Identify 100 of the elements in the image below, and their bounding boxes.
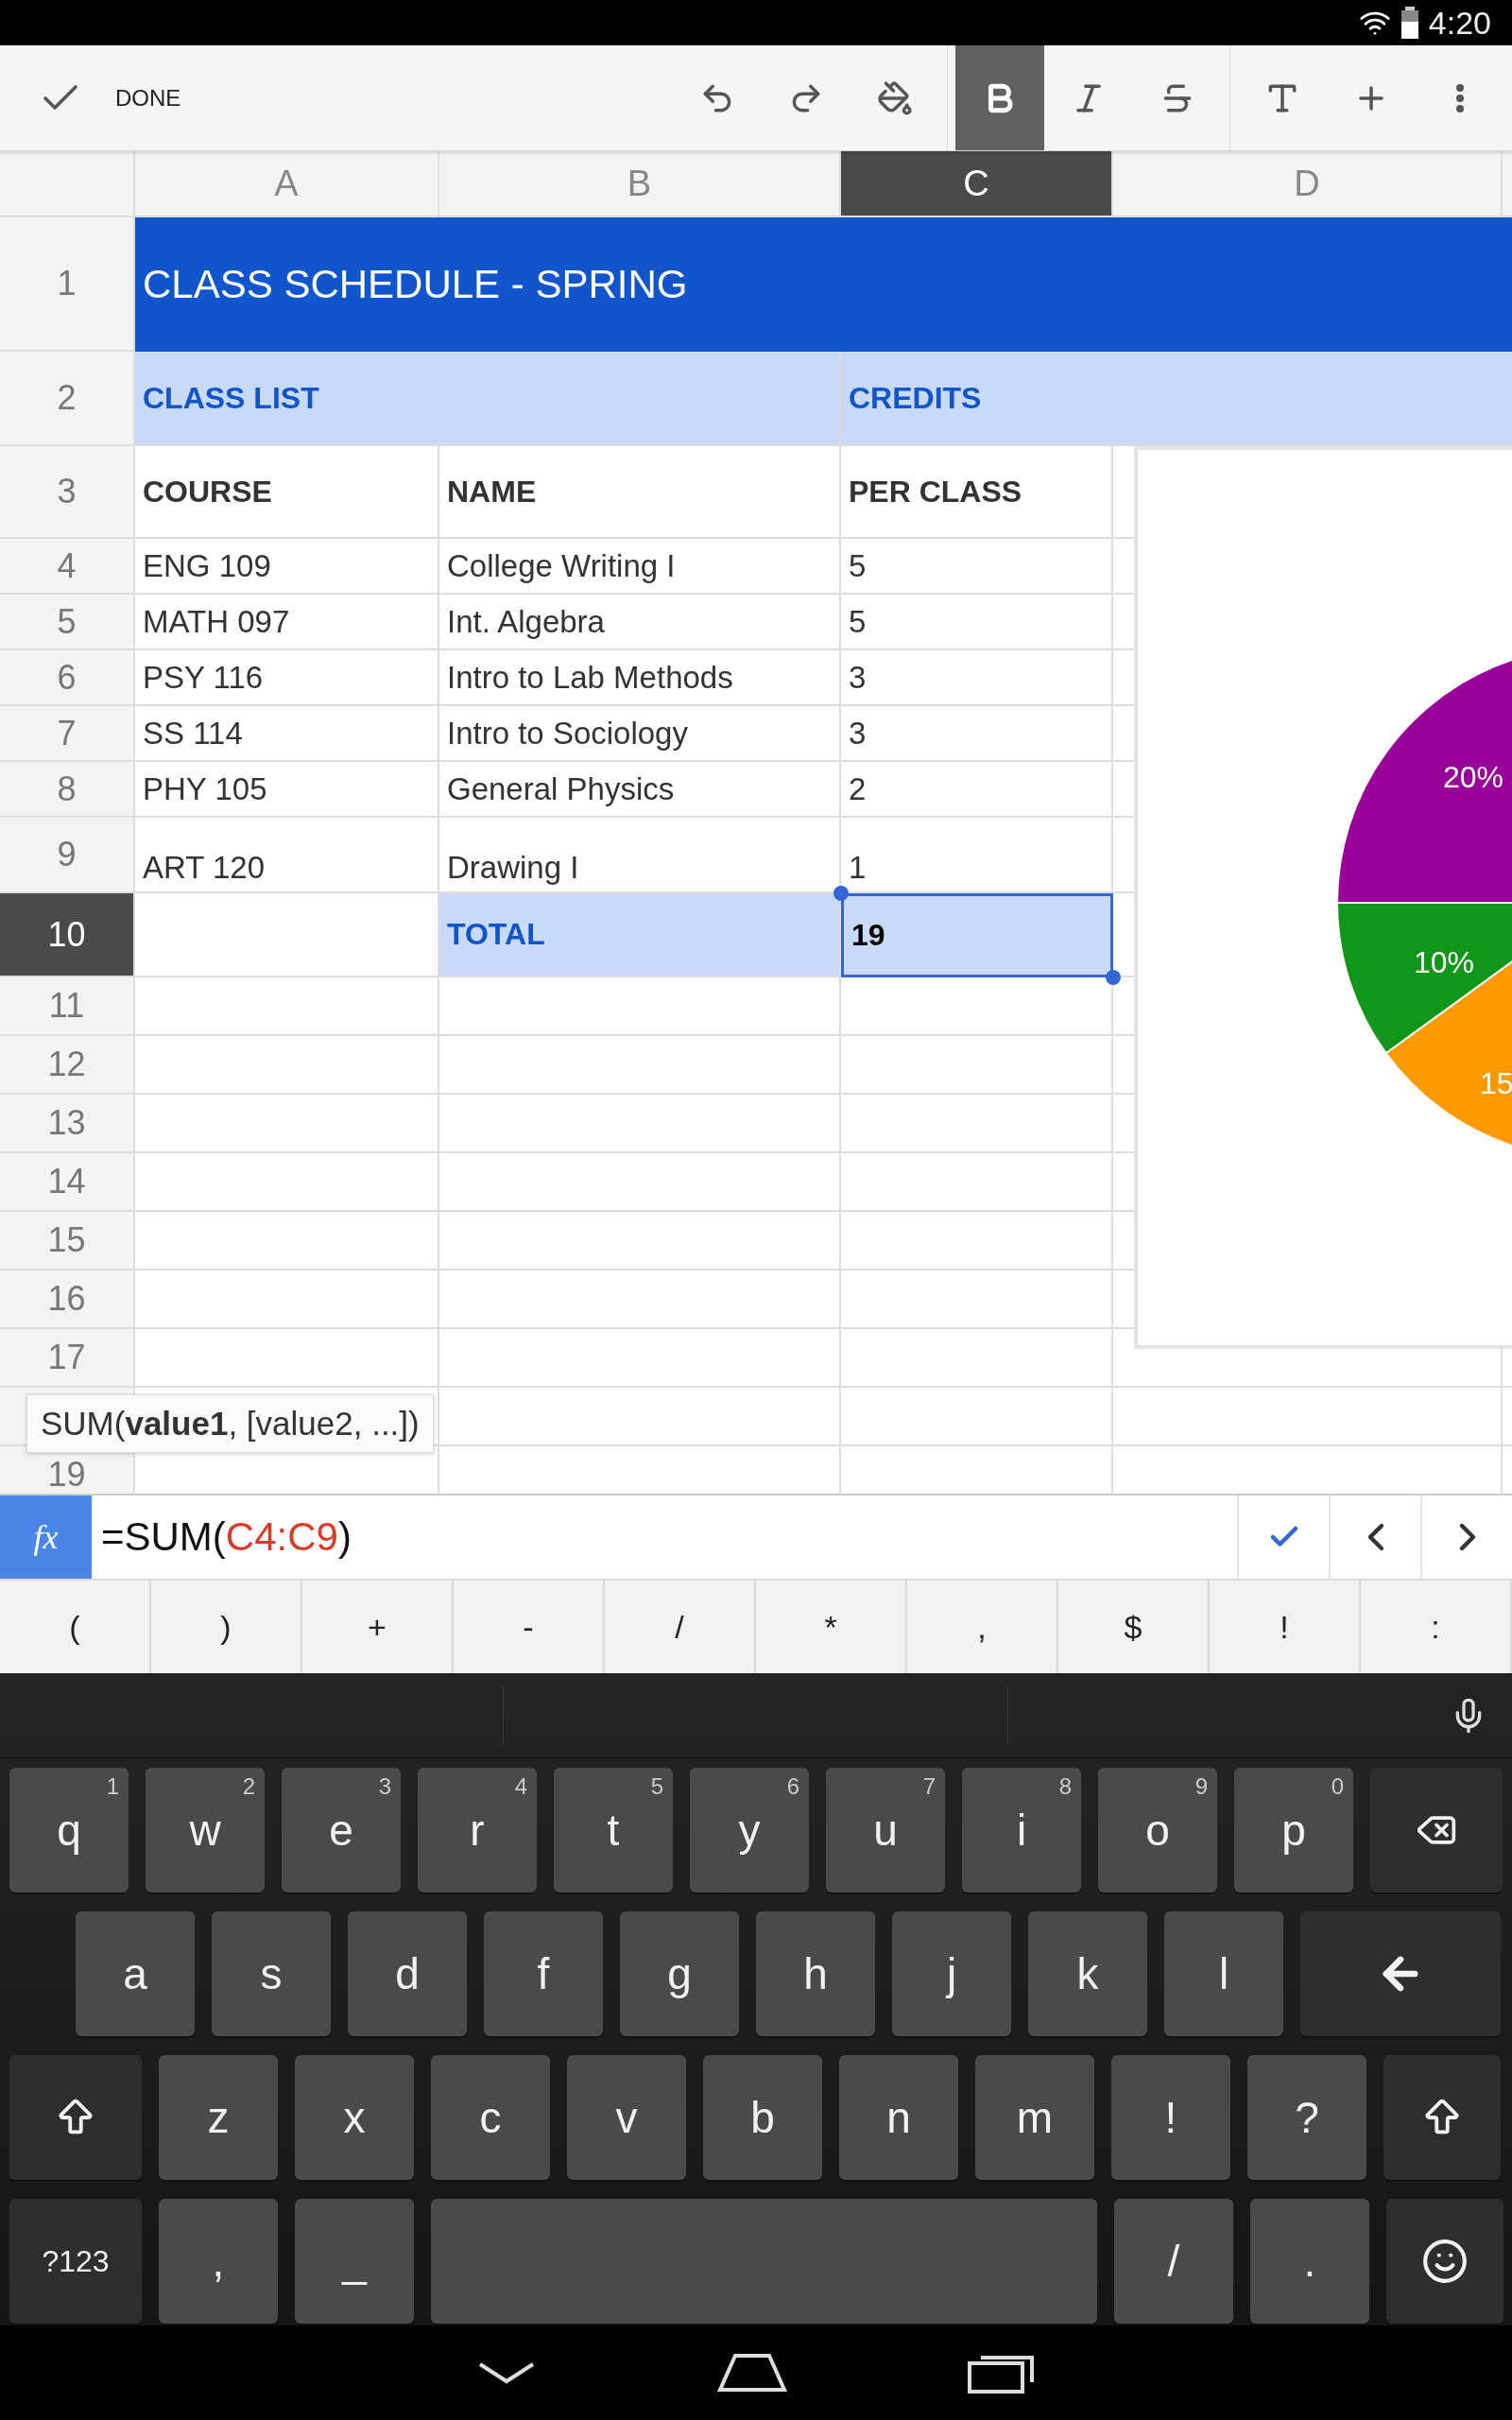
slice-label: 15: [1480, 1066, 1512, 1100]
keyboard-key[interactable]: i 8: [962, 1768, 1081, 1893]
table-cell: 2: [841, 762, 1113, 818]
key-hint: 6: [786, 1773, 799, 1800]
key-hint: 0: [1331, 1773, 1344, 1800]
key-hint: 8: [1058, 1773, 1072, 1800]
keyboard-key[interactable]: h: [756, 1911, 875, 2036]
keyboard-key[interactable]: k: [1028, 1911, 1147, 2036]
row-number[interactable]: 16: [0, 1270, 135, 1329]
keyboard-key[interactable]: b: [703, 2055, 822, 2180]
table-cell: Drawing I: [439, 818, 841, 893]
keyboard-key[interactable]: /: [1114, 2199, 1233, 2324]
slice-label: 10%: [1414, 945, 1475, 979]
done-button[interactable]: DONE: [0, 45, 219, 150]
keyboard-key[interactable]: !: [1111, 2055, 1230, 2180]
row-number[interactable]: 17: [0, 1329, 135, 1388]
table-cell: PER CLASS: [841, 446, 1113, 539]
table-cell: College Writing I: [439, 539, 841, 595]
key-hint: 9: [1194, 1773, 1208, 1800]
keyboard-key[interactable]: ?: [1247, 2055, 1366, 2180]
keyboard-key[interactable]: n: [839, 2055, 958, 2180]
keyboard-key[interactable]: o 9: [1098, 1768, 1217, 1893]
emoji-key[interactable]: [1386, 2199, 1503, 2324]
symbols-key[interactable]: ?123: [9, 2199, 142, 2324]
keyboard-key[interactable]: j: [892, 1911, 1011, 2036]
keyboard-key[interactable]: u 7: [826, 1768, 945, 1893]
row-number[interactable]: 8: [0, 762, 135, 818]
keyboard-key[interactable]: c: [431, 2055, 550, 2180]
row-number[interactable]: 5: [0, 595, 135, 650]
keyboard-key[interactable]: .: [1250, 2199, 1369, 2324]
row-number[interactable]: 9: [0, 818, 135, 893]
keyboard-key[interactable]: t 5: [554, 1768, 673, 1893]
column-header[interactable]: C: [841, 151, 1113, 217]
row-number[interactable]: 11: [0, 977, 135, 1036]
key-hint: 1: [106, 1773, 119, 1800]
table-cell: PSY 116: [135, 650, 439, 706]
keyboard-key[interactable]: f: [484, 1911, 603, 2036]
keyboard-key[interactable]: ,: [159, 2199, 278, 2324]
slice-label: 20%: [1443, 760, 1504, 794]
backspace-key[interactable]: [1370, 1768, 1503, 1893]
table-cell: PHY 105: [135, 762, 439, 818]
keyboard-key[interactable]: r 4: [418, 1768, 537, 1893]
key-hint: 7: [922, 1773, 936, 1800]
paint-bucket-icon: [877, 79, 913, 116]
table-cell: NAME: [439, 446, 841, 539]
shift-key[interactable]: [9, 2055, 142, 2180]
keyboard-key[interactable]: z: [159, 2055, 278, 2180]
smiley-icon: [1421, 2238, 1469, 2285]
key-hint: 4: [514, 1773, 527, 1800]
shift-key[interactable]: [1383, 2055, 1501, 2180]
home-icon[interactable]: [716, 2352, 788, 2394]
key-hint: 3: [378, 1773, 391, 1800]
table-cell: SS 114: [135, 706, 439, 762]
table-cell: ENG 109: [135, 539, 439, 595]
keyboard-key[interactable]: w 2: [146, 1768, 265, 1893]
row-number[interactable]: 3: [0, 446, 135, 539]
table-cell: Intro to Lab Methods: [439, 650, 841, 706]
row-number[interactable]: 15: [0, 1212, 135, 1270]
keyboard-key[interactable]: x: [295, 2055, 414, 2180]
row-number[interactable]: 13: [0, 1095, 135, 1153]
table-cell: CLASS LIST: [135, 352, 841, 446]
keyboard-key[interactable]: a: [76, 1911, 195, 2036]
row-number[interactable]: 6: [0, 650, 135, 706]
table-cell: 5: [841, 539, 1113, 595]
keyboard-key[interactable]: d: [348, 1911, 467, 2036]
table-cell: 5: [841, 595, 1113, 650]
row-number[interactable]: 14: [0, 1153, 135, 1212]
table-cell: 3: [841, 650, 1113, 706]
row-number[interactable]: 7: [0, 706, 135, 762]
table-cell: CREDITS: [841, 352, 1512, 446]
keyboard-key[interactable]: g: [620, 1911, 739, 2036]
keyboard-key[interactable]: l: [1164, 1911, 1283, 2036]
table-cell: Int. Algebra: [439, 595, 841, 650]
row-number[interactable]: 1: [0, 217, 135, 352]
table-cell: ART 120: [135, 818, 439, 893]
table-cell: TOTAL: [439, 893, 841, 977]
battery-icon: [1400, 7, 1419, 39]
table-cell: MATH 097: [135, 595, 439, 650]
table-cell[interactable]: 19: [841, 893, 1113, 977]
bold-button[interactable]: [955, 45, 1044, 150]
table-cell: General Physics: [439, 762, 841, 818]
keyboard-key[interactable]: p 0: [1234, 1768, 1353, 1893]
keyboard-key[interactable]: _: [295, 2199, 414, 2324]
keyboard-key[interactable]: v: [567, 2055, 686, 2180]
key-hint: 2: [242, 1773, 255, 1800]
keyboard-key[interactable]: q 1: [9, 1768, 129, 1893]
row-number[interactable]: 4: [0, 539, 135, 595]
row-number[interactable]: 10: [0, 893, 135, 977]
keyboard-key[interactable]: y 6: [690, 1768, 809, 1893]
keyboard-key[interactable]: s: [212, 1911, 331, 2036]
table-cell: 3: [841, 706, 1113, 762]
row-number[interactable]: 12: [0, 1036, 135, 1095]
row-number[interactable]: 2: [0, 352, 135, 446]
function-tooltip: SUM(value1, [value2, ...]): [26, 1394, 434, 1453]
keyboard-key[interactable]: m: [975, 2055, 1094, 2180]
keyboard-key[interactable]: e 3: [282, 1768, 401, 1893]
formula-field[interactable]: =SUM(C4:C9): [92, 1495, 1237, 1579]
title-cell: CLASS SCHEDULE - SPRING: [135, 217, 1512, 352]
function-label: fx: [0, 1495, 92, 1579]
table-cell: COURSE: [135, 446, 439, 539]
